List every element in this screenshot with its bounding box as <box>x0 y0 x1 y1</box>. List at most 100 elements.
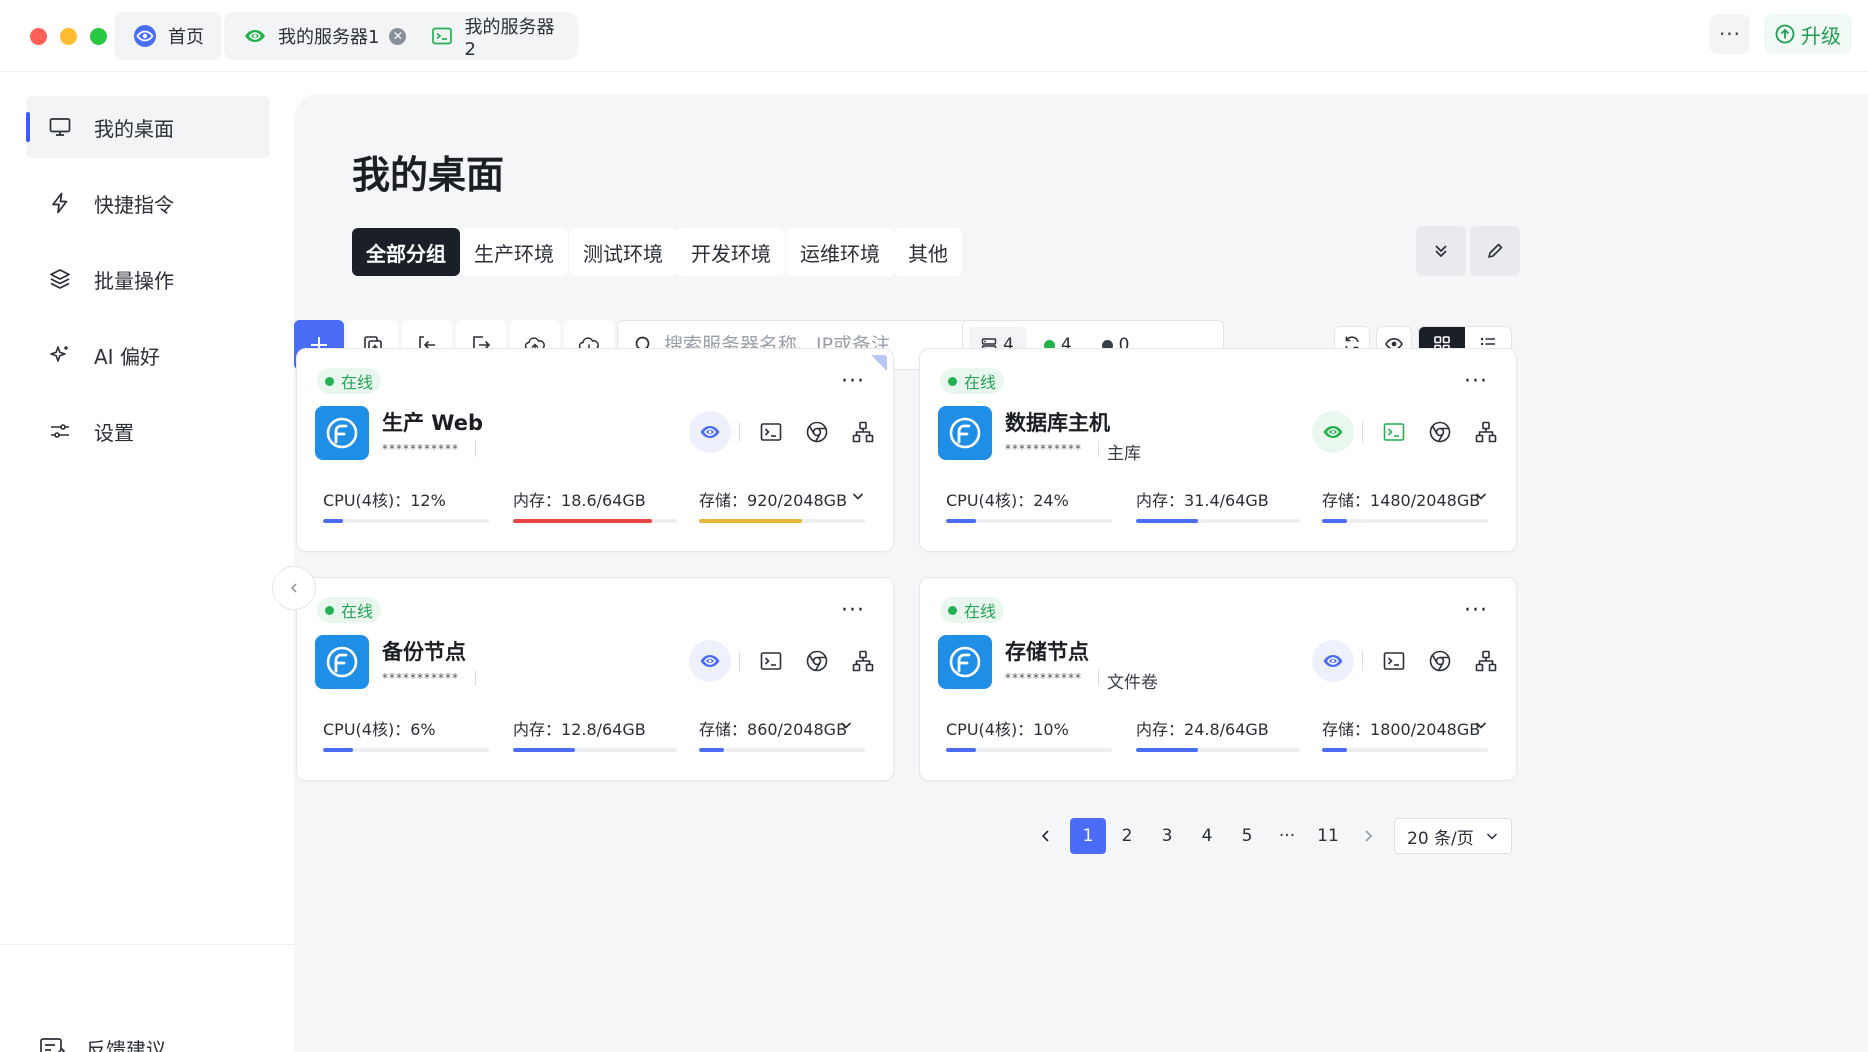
more-options-button[interactable]: ··· <box>1710 14 1750 54</box>
sidebar-item-settings[interactable]: 设置 <box>26 400 270 462</box>
remote-view-button[interactable] <box>689 640 731 682</box>
cpu-label: CPU(4核)： <box>323 491 411 510</box>
title-bar: 首页 我的服务器1 ✕ 我的服务器2 ··· 升级 <box>0 0 1868 72</box>
memory-metric: 内存：18.6/64GB <box>513 487 646 511</box>
server-ip: *********** <box>382 442 459 456</box>
page-size-select[interactable]: 20 条/页 <box>1394 818 1512 854</box>
ip-note-divider <box>475 670 476 686</box>
edit-groups-button[interactable] <box>1470 226 1520 276</box>
card-more-button[interactable]: ··· <box>1464 371 1488 393</box>
card-more-button[interactable]: ··· <box>841 600 865 622</box>
storage-bar <box>1322 748 1488 752</box>
chevron-left-icon <box>1041 830 1049 842</box>
sidebar-item-ai-preferences[interactable]: AI 偏好 <box>26 324 270 386</box>
browser-button[interactable] <box>796 640 838 682</box>
filter-all[interactable]: 全部分组 <box>352 228 460 276</box>
close-window-button[interactable] <box>30 28 47 45</box>
prev-page-button[interactable] <box>1028 818 1064 854</box>
page-1-button[interactable]: 1 <box>1070 818 1106 854</box>
network-topology-button[interactable] <box>1465 411 1507 453</box>
page-5-button[interactable]: 5 <box>1229 818 1265 854</box>
cpu-bar-fill <box>946 519 976 523</box>
chrome-icon <box>1429 421 1451 443</box>
remote-view-button[interactable] <box>689 411 731 453</box>
tab-server-2[interactable]: 我的服务器2 <box>412 12 578 60</box>
upgrade-button[interactable]: 升级 <box>1764 14 1852 54</box>
terminal-button[interactable] <box>750 411 792 453</box>
browser-button[interactable] <box>1419 411 1461 453</box>
page-3-button[interactable]: 3 <box>1149 818 1185 854</box>
minimize-window-button[interactable] <box>60 28 77 45</box>
close-tab-icon[interactable]: ✕ <box>389 27 407 45</box>
expand-details-chevron-icon[interactable] <box>1474 489 1488 503</box>
browser-button[interactable] <box>796 411 838 453</box>
page-11-button[interactable]: 11 <box>1310 818 1346 854</box>
collapse-sidebar-handle[interactable] <box>272 566 316 610</box>
maximize-window-button[interactable] <box>90 28 107 45</box>
expand-details-chevron-icon[interactable] <box>839 718 853 732</box>
memory-label: 内存： <box>1136 720 1185 739</box>
storage-bar <box>1322 519 1488 523</box>
cpu-value: 6% <box>410 720 436 739</box>
cpu-label: CPU(4核)： <box>323 720 411 739</box>
page-ellipsis[interactable]: ··· <box>1269 818 1305 854</box>
filter-ops[interactable]: 运维环境 <box>786 228 894 276</box>
cpu-value: 24% <box>1033 491 1069 510</box>
network-topology-button[interactable] <box>842 411 884 453</box>
status-badge: 在线 <box>317 597 382 623</box>
terminal-icon <box>1383 423 1405 441</box>
server-card[interactable]: 在线 ··· 生产 Web *********** CPU(4核)：12% 内存：18.6… <box>296 348 894 552</box>
memory-value: 31.4/64GB <box>1184 491 1269 510</box>
server-name: 数据库主机 <box>1005 411 1110 435</box>
network-topology-button[interactable] <box>1465 640 1507 682</box>
filter-production[interactable]: 生产环境 <box>460 228 568 276</box>
server-actions <box>1312 640 1511 682</box>
sidebar-item-label: 设置 <box>94 420 134 445</box>
sidebar-item-shortcuts[interactable]: 快捷指令 <box>26 172 270 234</box>
filter-development[interactable]: 开发环境 <box>677 228 785 276</box>
eye-logo-icon <box>132 23 158 49</box>
server-note: 文件卷 <box>1107 673 1158 693</box>
status-label: 在线 <box>964 373 997 392</box>
sidebar-item-batch[interactable]: 批量操作 <box>26 248 270 310</box>
terminal-button[interactable] <box>750 640 792 682</box>
status-label: 在线 <box>964 602 997 621</box>
server-card[interactable]: 在线 ··· 存储节点 *********** 文件卷 CPU(4核)：10% 内存：24.… <box>919 577 1517 781</box>
browser-button[interactable] <box>1419 640 1461 682</box>
remote-view-button[interactable] <box>1312 640 1354 682</box>
memory-bar <box>1136 748 1300 752</box>
upgrade-arrow-icon <box>1775 24 1795 44</box>
fedora-logo-icon <box>326 417 358 449</box>
filter-testing[interactable]: 测试环境 <box>569 228 677 276</box>
server-actions <box>689 411 888 453</box>
server-actions <box>689 640 888 682</box>
card-more-button[interactable]: ··· <box>1464 600 1488 622</box>
sidebar-item-desktop[interactable]: 我的桌面 <box>26 96 270 158</box>
expand-details-chevron-icon[interactable] <box>851 489 865 503</box>
page-title: 我的桌面 <box>352 153 505 197</box>
filter-other[interactable]: 其他 <box>894 228 962 276</box>
cpu-label: CPU(4核)： <box>946 720 1034 739</box>
tab-home[interactable]: 首页 <box>114 12 222 60</box>
remote-view-button[interactable] <box>1312 411 1354 453</box>
cpu-metric: CPU(4核)：6% <box>323 716 436 740</box>
card-more-button[interactable]: ··· <box>841 371 865 393</box>
next-page-button[interactable] <box>1350 818 1386 854</box>
page-2-button[interactable]: 2 <box>1109 818 1145 854</box>
tab-server-1[interactable]: 我的服务器1 ✕ <box>224 12 425 60</box>
page-4-button[interactable]: 4 <box>1189 818 1225 854</box>
terminal-button[interactable] <box>1373 640 1415 682</box>
server-card[interactable]: 在线 ··· 数据库主机 *********** 主库 CPU(4核)：24% 内存：31.… <box>919 348 1517 552</box>
expand-groups-button[interactable] <box>1416 226 1466 276</box>
server-card[interactable]: 在线 ··· 备份节点 *********** CPU(4核)：6% 内存：12.8/64… <box>296 577 894 781</box>
feedback-button[interactable]: 反馈建议 <box>38 1034 166 1052</box>
pencil-icon <box>1488 243 1503 258</box>
cpu-metric: CPU(4核)：10% <box>946 716 1069 740</box>
terminal-button[interactable] <box>1373 411 1415 453</box>
expand-details-chevron-icon[interactable] <box>1474 718 1488 732</box>
network-topology-button[interactable] <box>842 640 884 682</box>
storage-metric: 存储：920/2048GB <box>699 487 847 511</box>
cpu-bar-fill <box>946 748 976 752</box>
memory-metric: 内存：24.8/64GB <box>1136 716 1269 740</box>
cpu-value: 12% <box>410 491 446 510</box>
